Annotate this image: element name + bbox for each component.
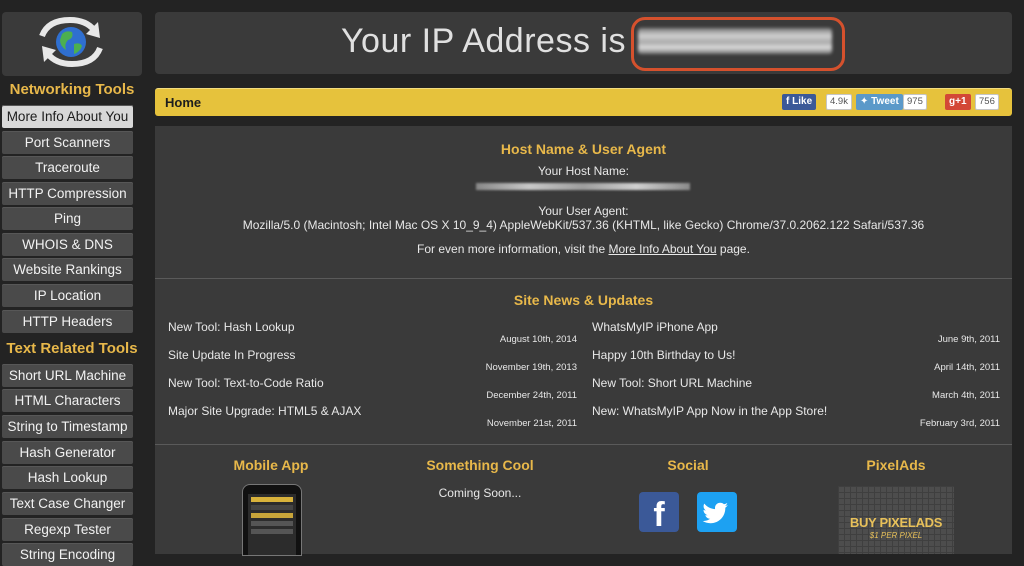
sidebar-item-whois-dns[interactable]: WHOIS & DNS [2,233,133,256]
google-plus-count: 756 [975,94,999,110]
sidebar-item-port-scanners[interactable]: Port Scanners [2,131,133,154]
news-item-date: November 21st, 2011 [486,418,577,429]
twitter-bird-icon [702,502,728,524]
main-content: Host Name & User Agent Your Host Name: Y… [155,126,1012,556]
host-section-title: Host Name & User Agent [500,141,667,157]
breadcrumb-home[interactable]: Home [165,95,201,110]
host-name-redacted [476,183,690,190]
pixelads-title: PixelAds [866,457,926,473]
news-item-title[interactable]: New: WhatsMyIP App Now in the App Store! [592,404,827,418]
news-item-date: March 4th, 2011 [932,390,1000,401]
user-agent-label: Your User Agent: [538,204,629,218]
pixelads-buy-text: BUY PIXELADS [849,515,943,530]
sidebar-item-traceroute[interactable]: Traceroute [2,156,133,179]
facebook-icon[interactable]: f [639,492,679,532]
news-item-title[interactable]: New Tool: Short URL Machine [592,376,752,390]
ip-highlight-ring [631,17,845,71]
news-item-title[interactable]: New Tool: Text-to-Code Ratio [168,376,324,390]
tweet-count: 975 [903,94,927,110]
news-item-title[interactable]: Site Update In Progress [168,348,295,362]
sidebar-item-hash-generator[interactable]: Hash Generator [2,441,133,464]
home-bar: Home f Like 4.9k ✦ Tweet 975 g+1 756 [155,88,1012,116]
news-item-date: June 9th, 2011 [937,334,1000,345]
news-item-title[interactable]: WhatsMyIP iPhone App [592,320,718,334]
coming-soon-text: Coming Soon... [438,486,522,500]
sidebar-item-string-encoding[interactable]: String Encoding [2,543,133,566]
text-tools-title: Text Related Tools [6,340,138,357]
pixelads-price-text: $1 PER PIXEL [869,531,923,540]
ip-header: Your IP Address is [155,12,1012,74]
news-item-date: November 19th, 2013 [485,362,577,373]
twitter-bird-icon: ✦ [860,96,869,107]
more-info-prefix: For even more information, visit the [417,242,606,256]
facebook-like-label: Like [792,96,813,107]
google-plus-button[interactable]: g+1 [945,94,971,110]
sidebar-item-http-compression[interactable]: HTTP Compression [2,182,133,205]
social-title: Social [667,457,709,473]
news-item-title[interactable]: Happy 10th Birthday to Us! [592,348,735,362]
host-name-label: Your Host Name: [538,164,629,178]
something-cool-title: Something Cool [426,457,534,473]
user-agent-value: Mozilla/5.0 (Macintosh; Intel Mac OS X 1… [242,218,925,232]
news-item-date: December 24th, 2011 [486,390,577,401]
iphone-app-image[interactable] [242,484,302,556]
news-item-date: April 14th, 2011 [934,362,1000,373]
more-info-suffix: page. [719,242,750,256]
sidebar-item-text-case[interactable]: Text Case Changer [2,492,133,515]
sidebar-item-regexp[interactable]: Regexp Tester [2,518,133,541]
tweet-button[interactable]: ✦ Tweet [856,94,903,110]
globe-refresh-icon [39,16,103,68]
sidebar-item-website-rankings[interactable]: Website Rankings [2,258,133,281]
news-item-date: February 3rd, 2011 [919,418,1000,429]
ip-title: Your IP Address is [341,22,626,60]
pixelads-banner[interactable]: BUY PIXELADS $1 PER PIXEL [838,486,954,554]
sidebar-item-ping[interactable]: Ping [2,207,133,230]
news-item-date: August 10th, 2014 [499,334,577,345]
facebook-like-button[interactable]: f Like [782,94,817,110]
tweet-label: Tweet [871,96,899,107]
facebook-like-count: 4.9k [826,94,852,110]
section-divider [155,444,1012,445]
sidebar-item-html-characters[interactable]: HTML Characters [2,389,133,412]
phone-screen [248,494,296,555]
sidebar-item-hash-lookup[interactable]: Hash Lookup [2,466,133,489]
section-divider [155,278,1012,279]
more-info-link[interactable]: More Info About You [608,242,716,256]
news-item-title[interactable]: Major Site Upgrade: HTML5 & AJAX [168,404,361,418]
news-section-title: Site News & Updates [513,292,654,308]
sidebar-item-more-info[interactable]: More Info About You [2,105,133,128]
mobile-app-title: Mobile App [233,457,309,473]
sidebar-item-short-url[interactable]: Short URL Machine [2,364,133,387]
sidebar-item-http-headers[interactable]: HTTP Headers [2,310,133,333]
more-info-line: For even more information, visit the Mor… [155,242,1012,256]
twitter-icon[interactable] [697,492,737,532]
sidebar-item-ip-location[interactable]: IP Location [2,284,133,307]
networking-tools-title: Networking Tools [9,81,135,98]
sidebar-item-string-timestamp[interactable]: String to Timestamp [2,415,133,438]
google-plus-label: +1 [955,96,967,107]
site-logo[interactable] [2,12,142,76]
news-item-title[interactable]: New Tool: Hash Lookup [168,320,295,334]
facebook-icon: f [786,96,790,107]
